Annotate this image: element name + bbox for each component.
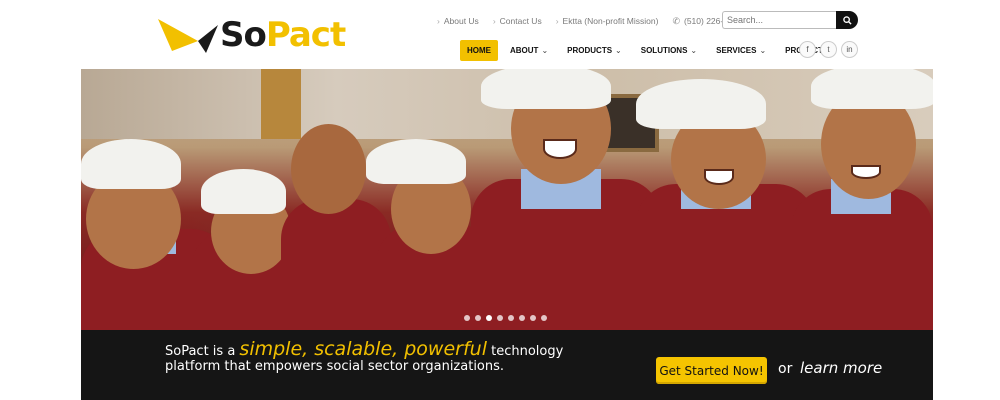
call-to-action-banner: SoPact is a simple, scalable, powerful t…	[81, 330, 933, 400]
facebook-icon[interactable]: f	[799, 41, 816, 58]
child-figure	[626, 79, 816, 330]
search-icon	[842, 15, 852, 25]
learn-more-link[interactable]: learn more	[800, 359, 882, 377]
slider-dot[interactable]	[464, 315, 470, 321]
main-nav: HOME ABOUT ⌄ PRODUCTS ⌄ SOLUTIONS ⌄ SERVICE…	[460, 40, 840, 61]
chevron-down-icon: ⌄	[690, 46, 698, 55]
slider-dot[interactable]	[475, 315, 481, 321]
sopact-logo[interactable]: SoPact	[158, 15, 346, 57]
logo-mark-icon	[158, 19, 218, 53]
nav-item-products[interactable]: PRODUCTS ⌄	[560, 40, 629, 61]
tagline-highlight: simple, scalable, powerful	[239, 338, 487, 360]
slider-dot[interactable]	[519, 315, 525, 321]
slider-dot[interactable]	[541, 315, 547, 321]
nav-item-home[interactable]: HOME	[460, 40, 498, 61]
slider-pagination	[464, 315, 552, 321]
search-button[interactable]	[836, 11, 858, 29]
get-started-button[interactable]: Get Started Now!	[656, 357, 767, 384]
or-text: or	[778, 361, 793, 377]
chevron-down-icon: ⌄	[615, 46, 622, 55]
search-form	[722, 11, 858, 29]
top-link-about-us[interactable]: › About Us	[437, 14, 479, 28]
search-input[interactable]	[722, 11, 836, 29]
chevron-down-icon: ⌄	[759, 46, 767, 55]
chevron-right-icon: ›	[492, 16, 496, 26]
slider-dot-active[interactable]	[486, 315, 492, 321]
top-links-bar: › About Us › Contact Us › Ektta (Non-profit…	[437, 14, 756, 28]
top-link-ektta[interactable]: › Ektta (Non-profit Mission)	[556, 14, 659, 28]
tagline: SoPact is a simple, scalable, powerful t…	[165, 338, 564, 375]
phone-icon: ✆	[672, 16, 680, 26]
logo-wordmark: SoPact	[220, 15, 346, 55]
child-figure	[791, 69, 933, 330]
twitter-icon[interactable]: t	[820, 41, 837, 58]
nav-item-services[interactable]: SERVICES ⌄	[709, 40, 773, 61]
chevron-right-icon: ›	[555, 16, 559, 26]
nav-item-solutions[interactable]: SOLUTIONS ⌄	[634, 40, 704, 61]
slider-dot[interactable]	[530, 315, 536, 321]
slider-dot[interactable]	[508, 315, 514, 321]
social-links: f t in	[799, 41, 862, 58]
linkedin-icon[interactable]: in	[841, 41, 858, 58]
chevron-down-icon: ⌄	[541, 46, 549, 55]
nav-item-about[interactable]: ABOUT ⌄	[503, 40, 555, 61]
top-link-contact-us[interactable]: › Contact Us	[493, 14, 542, 28]
hero-slider-image: ⚙	[81, 69, 933, 330]
chevron-right-icon: ›	[437, 16, 440, 26]
slider-dot[interactable]	[497, 315, 503, 321]
